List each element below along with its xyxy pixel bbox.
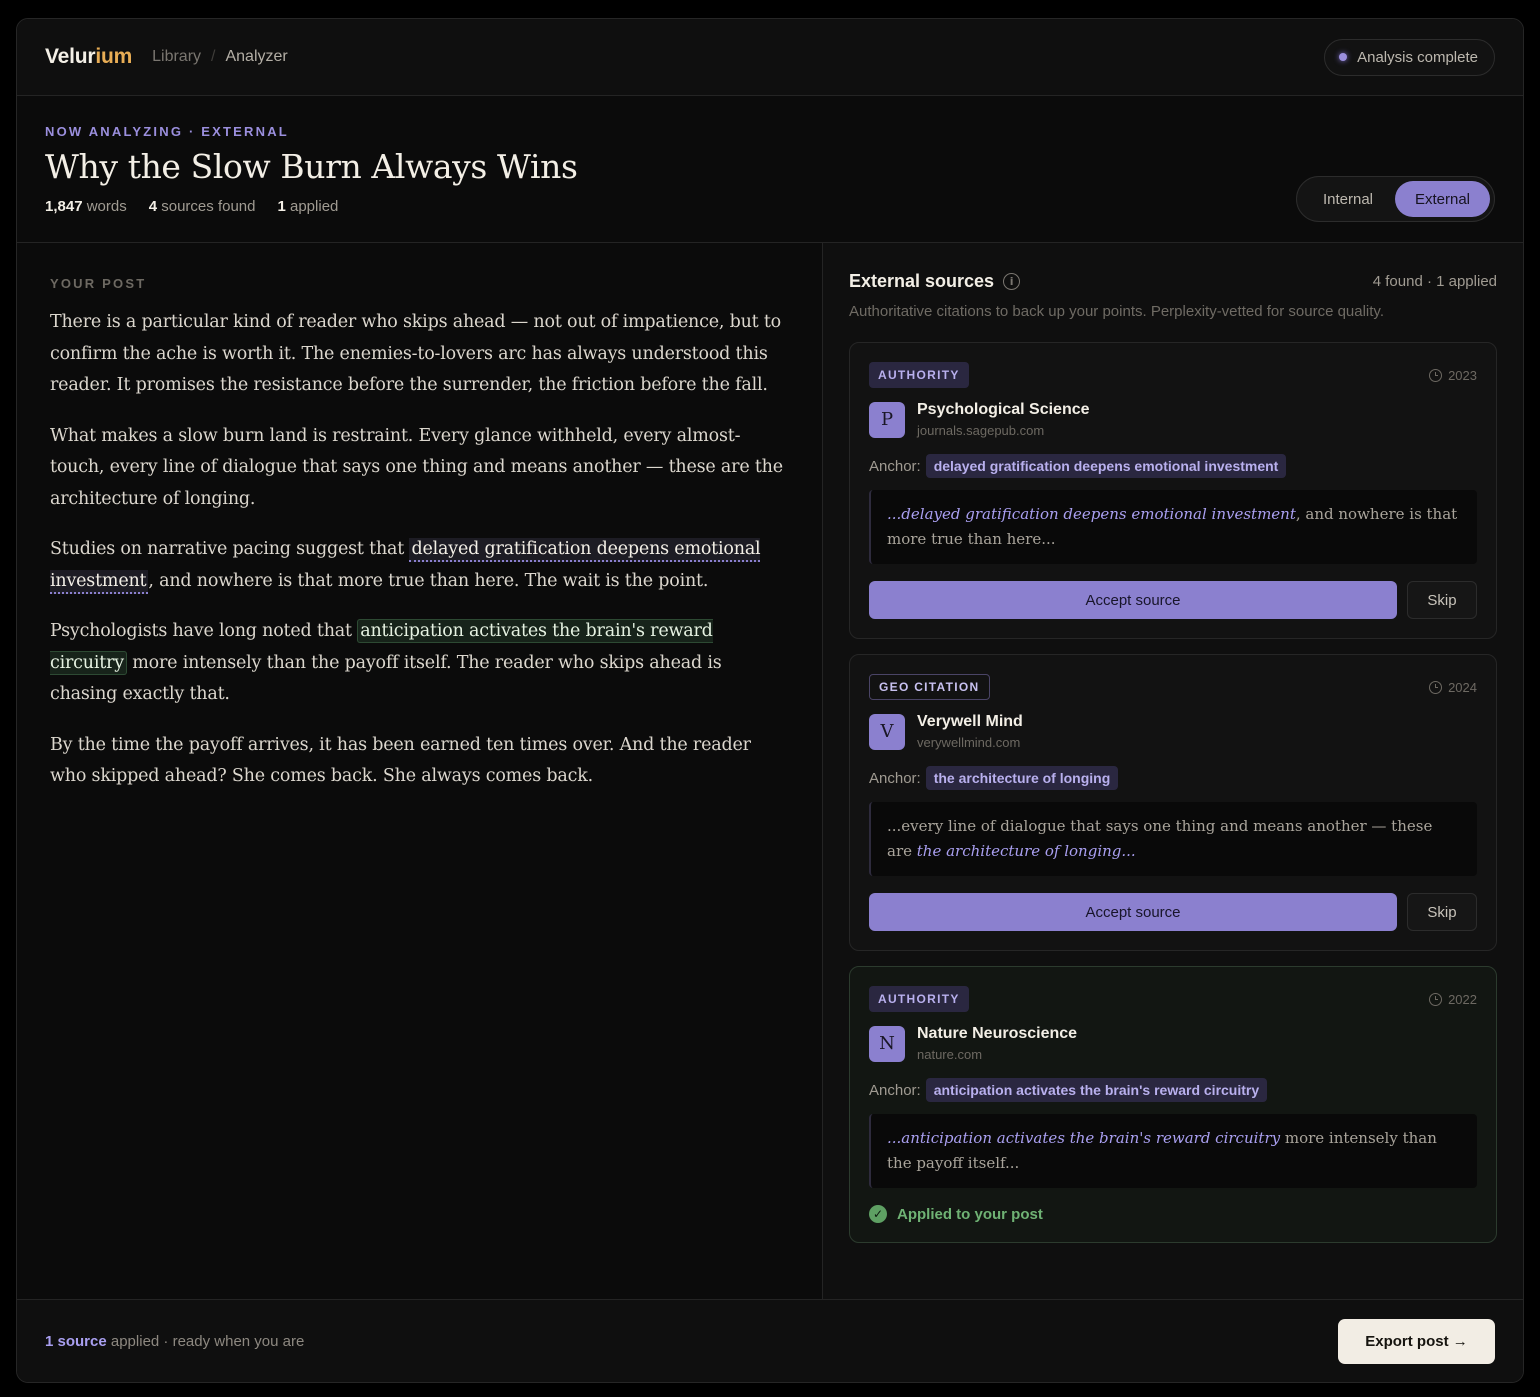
anchor-chip: anticipation activates the brain's rewar… — [925, 1078, 1268, 1102]
export-post-button[interactable]: Export post → — [1338, 1318, 1495, 1364]
clock-icon — [1429, 992, 1443, 1006]
breadcrumb: Library / Analyzer — [152, 48, 288, 66]
skip-button[interactable]: Skip — [1407, 893, 1477, 931]
source-excerpt: ...anticipation activates the brain's re… — [869, 1114, 1477, 1188]
applied-status: ✓ Applied to your post — [869, 1205, 1477, 1223]
toggle-internal[interactable]: Internal — [1301, 181, 1395, 217]
source-domain: journals.sagepub.com — [917, 423, 1045, 438]
source-card-applied: AUTHORITY 2022 N Nature Neuroscience nat… — [849, 966, 1497, 1243]
post-section-label: YOUR POST — [50, 276, 147, 291]
anchor-label: Anchor: — [869, 457, 921, 475]
anchor-label: Anchor: — [869, 1081, 921, 1099]
source-avatar: P — [869, 401, 905, 438]
clock-icon — [1429, 368, 1443, 382]
source-year: 2023 — [1429, 368, 1477, 383]
top-bar: Velurium Library / Analyzer Analysis com… — [17, 19, 1523, 96]
post-paragraph: Studies on narrative pacing suggest that… — [50, 534, 789, 597]
info-icon[interactable]: i — [1003, 273, 1021, 290]
source-type-toggle: Internal External — [1296, 176, 1495, 222]
source-domain: nature.com — [917, 1047, 983, 1062]
footer-bar: 1 source applied · ready when you are Ex… — [17, 1299, 1523, 1382]
logo[interactable]: Velurium — [45, 45, 132, 69]
post-body: There is a particular kind of reader who… — [50, 307, 789, 793]
source-avatar: N — [869, 1025, 905, 1062]
source-type-badge: AUTHORITY — [869, 362, 969, 388]
eyebrow-label: NOW ANALYZING · EXTERNAL — [45, 124, 289, 139]
external-sources-title: External sources — [849, 271, 995, 291]
source-year: 2022 — [1429, 992, 1477, 1007]
source-name: Verywell Mind — [917, 713, 1023, 730]
post-stats: 1,847 words 4 sources found 1 applied — [45, 198, 1495, 215]
status-dot-icon — [1339, 53, 1348, 61]
source-excerpt: ...delayed gratification deepens emotion… — [869, 490, 1477, 564]
status-badge: Analysis complete — [1324, 38, 1495, 76]
post-paragraph: What makes a slow burn land is restraint… — [50, 425, 783, 509]
source-card: GEO CITATION 2024 V Verywell Mind verywe… — [849, 654, 1497, 951]
breadcrumb-library[interactable]: Library — [152, 48, 201, 66]
footer-summary: 1 source applied · ready when you are — [45, 1332, 305, 1350]
clock-icon — [1429, 680, 1443, 694]
source-year: 2024 — [1429, 680, 1477, 695]
stat-applied: 1 applied — [277, 198, 339, 215]
app-window: Velurium Library / Analyzer Analysis com… — [16, 18, 1524, 1383]
status-label: Analysis complete — [1357, 48, 1478, 66]
post-paragraph: Psychologists have long noted that antic… — [50, 619, 722, 704]
external-sources-subtitle: Authoritative citations to back up your … — [849, 303, 1384, 320]
post-paragraph: There is a particular kind of reader who… — [50, 312, 782, 395]
source-domain: verywellmind.com — [917, 735, 1021, 750]
anchor-chip: delayed gratification deepens emotional … — [925, 454, 1287, 478]
page-title: Why the Slow Burn Always Wins — [45, 147, 578, 186]
stat-sources: 4 sources found — [148, 198, 256, 215]
breadcrumb-current: Analyzer — [225, 48, 288, 65]
accept-source-button[interactable]: Accept source — [869, 581, 1397, 619]
source-type-badge: AUTHORITY — [869, 986, 969, 1012]
main-content: YOUR POST There is a particular kind of … — [17, 243, 1523, 1301]
stat-words: 1,847 words — [45, 198, 127, 215]
anchor-chip: the architecture of longing — [925, 766, 1119, 790]
post-panel: YOUR POST There is a particular kind of … — [17, 243, 823, 1301]
external-sources-header: External sources i 4 found · 1 applied — [849, 271, 1497, 292]
applied-label: Applied to your post — [897, 1205, 1043, 1223]
external-sources-count: 4 found · 1 applied — [1372, 273, 1497, 290]
breadcrumb-separator: / — [211, 48, 216, 65]
source-name: Nature Neuroscience — [917, 1025, 1078, 1042]
toggle-external[interactable]: External — [1395, 181, 1490, 217]
accept-source-button[interactable]: Accept source — [869, 893, 1397, 931]
skip-button[interactable]: Skip — [1407, 581, 1477, 619]
analysis-header: NOW ANALYZING · EXTERNAL Why the Slow Bu… — [17, 96, 1523, 243]
source-excerpt: ...every line of dialogue that says one … — [869, 802, 1477, 876]
external-sources-panel: External sources i 4 found · 1 applied A… — [823, 243, 1523, 1301]
post-paragraph: By the time the payoff arrives, it has b… — [50, 734, 751, 787]
source-card: AUTHORITY 2023 P Psychological Science j… — [849, 342, 1497, 639]
check-icon: ✓ — [869, 1205, 887, 1223]
anchor-label: Anchor: — [869, 769, 921, 787]
source-avatar: V — [869, 713, 905, 750]
source-name: Psychological Science — [917, 401, 1090, 418]
source-type-badge: GEO CITATION — [869, 674, 990, 700]
